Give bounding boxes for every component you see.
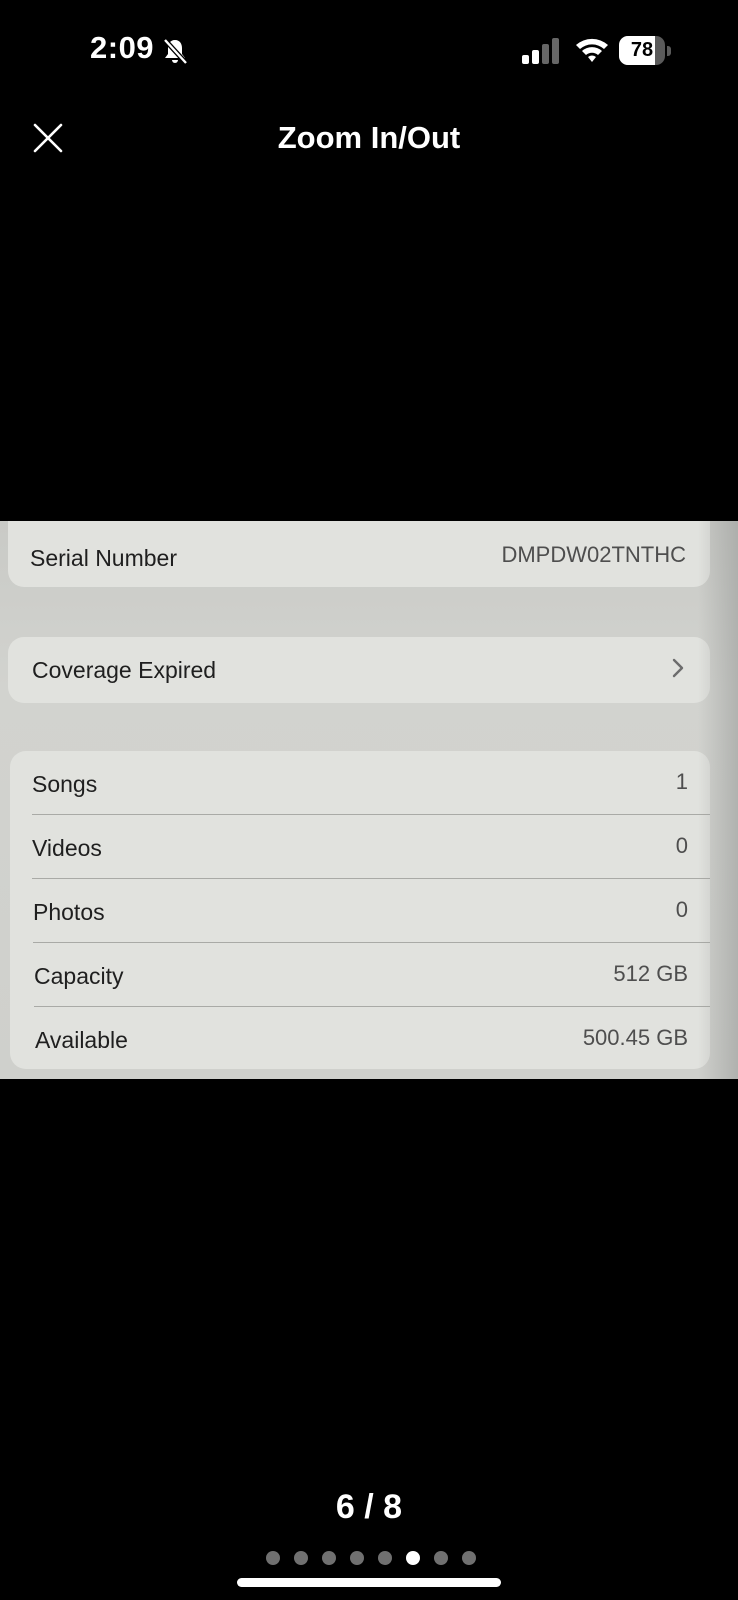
stat-label: Songs: [32, 771, 98, 797]
stat-value: 1: [675, 769, 688, 794]
coverage-card: Coverage Expired: [8, 637, 710, 703]
stat-value: 0: [675, 833, 688, 858]
row-divider: [34, 1006, 710, 1007]
coverage-label: Coverage Expired: [32, 657, 217, 683]
page-dot[interactable]: [322, 1551, 336, 1565]
serial-number-value: DMPDW02TNTHC: [501, 542, 686, 567]
page-counter: 6 / 8: [335, 1488, 403, 1526]
cellular-signal-icon: [522, 38, 559, 64]
stats-card: Songs 1 Videos 0 Photos 0 Capacity 512 G…: [10, 751, 710, 1069]
stat-label: Videos: [32, 835, 102, 861]
row-divider: [32, 878, 710, 879]
page-dots[interactable]: [266, 1551, 476, 1565]
status-bar: 2:09 78: [0, 0, 738, 100]
page-dot[interactable]: [266, 1551, 280, 1565]
battery-body: 78: [619, 36, 665, 65]
stat-label: Photos: [33, 899, 105, 925]
stat-value: 500.45 GB: [582, 1025, 688, 1050]
chevron-right-icon: [672, 658, 684, 678]
page-title: Zoom In/Out: [277, 120, 461, 155]
page-dot-active[interactable]: [406, 1551, 420, 1565]
row-divider: [33, 942, 710, 943]
stat-label: Available: [35, 1027, 128, 1053]
bell-slash-icon: [163, 38, 188, 65]
page-dot[interactable]: [462, 1551, 476, 1565]
row-divider: [32, 814, 710, 815]
page-dot[interactable]: [378, 1551, 392, 1565]
stat-label: Capacity: [34, 963, 124, 989]
home-indicator[interactable]: [237, 1578, 501, 1587]
page-dot[interactable]: [350, 1551, 364, 1565]
zoomable-photo[interactable]: Serial Number DMPDW02TNTHC Coverage Expi…: [0, 521, 738, 1079]
stat-value: 0: [675, 897, 688, 922]
wifi-icon: [576, 38, 608, 62]
battery-cap: [667, 46, 671, 56]
page-dot[interactable]: [434, 1551, 448, 1565]
stat-value: 512 GB: [613, 961, 688, 986]
page-dot[interactable]: [294, 1551, 308, 1565]
serial-number-card: Serial Number DMPDW02TNTHC: [8, 521, 710, 587]
battery-level: 78: [630, 39, 654, 61]
status-time: 2:09: [90, 30, 155, 65]
battery-indicator: 78: [619, 36, 671, 65]
serial-number-label: Serial Number: [30, 545, 177, 571]
